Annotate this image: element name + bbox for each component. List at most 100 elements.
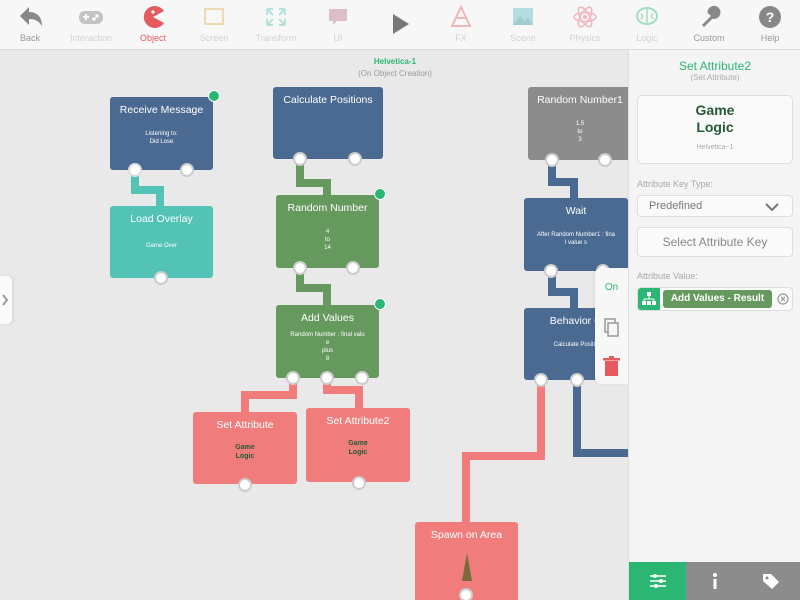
interaction-label: Interaction (69, 33, 113, 43)
output-port[interactable] (320, 371, 334, 385)
random-number-node[interactable]: Random Number 4 to 14 (276, 195, 379, 268)
node-title: Add Values (301, 312, 354, 324)
add-values-node[interactable]: Add Values Random Number : final valu e … (276, 305, 379, 378)
download-badge-icon (374, 298, 386, 310)
trash-icon[interactable] (595, 352, 628, 382)
output-port[interactable] (180, 163, 194, 177)
lightning-port-icon[interactable] (128, 163, 142, 177)
value-chip[interactable]: Add Values - Result (663, 290, 772, 308)
random-number1-node[interactable]: Random Number1 1.5 to 3 (528, 87, 628, 160)
screen-tab[interactable]: Screen (184, 2, 244, 43)
object-label: Object (139, 33, 166, 43)
wait-node[interactable]: Wait After Random Number1 : fina l value… (524, 198, 628, 271)
sidebar-title: Set Attribute2 (678, 59, 752, 73)
node-body-line: 4 (325, 229, 330, 235)
node-title: Set Attribute (216, 419, 274, 431)
physics-tab[interactable]: Physics (555, 2, 615, 43)
info-icon (712, 573, 717, 589)
node-body-line: Did Lose (149, 139, 174, 145)
fx-label: FX (455, 33, 467, 43)
on-toggle-button[interactable]: On (595, 282, 628, 293)
download-badge-icon (374, 188, 386, 200)
atom-icon (573, 6, 597, 28)
chevron-right-icon (2, 294, 9, 306)
ui-tab[interactable]: UI (308, 2, 368, 43)
output-port[interactable] (352, 476, 366, 490)
help-icon: ? (759, 6, 781, 28)
expand-panel-handle[interactable] (0, 276, 12, 324)
brain-icon (636, 7, 658, 25)
transform-label: Transform (255, 33, 297, 43)
back-label: Back (19, 33, 40, 43)
load-overlay-node[interactable]: Load Overlay Game Over (110, 206, 213, 278)
attribute-value-field[interactable]: Add Values - Result (637, 287, 793, 311)
info-tab[interactable] (686, 562, 744, 600)
node-body-line: e (325, 340, 330, 346)
help-tab[interactable]: ? Help (740, 2, 800, 43)
interaction-tab[interactable]: Interaction (61, 2, 121, 43)
sidebar-tab-bar (629, 562, 800, 600)
screen-icon (204, 8, 224, 25)
play-button[interactable] (370, 2, 430, 47)
node-body-line: to (324, 237, 330, 243)
node-body-line: plus (321, 348, 333, 354)
output-port[interactable] (534, 373, 548, 387)
card-line: Game (695, 102, 735, 118)
output-port[interactable] (238, 478, 252, 492)
node-body-line: 3 (578, 137, 582, 143)
clear-value-icon[interactable] (777, 293, 789, 305)
expand-arrows-icon (266, 8, 286, 26)
output-port[interactable] (293, 261, 307, 275)
object-tab[interactable]: Object (123, 2, 183, 43)
sidebar-subtitle: (Set Attribute) (690, 73, 740, 82)
output-port[interactable] (598, 153, 612, 167)
transform-tab[interactable]: Transform (246, 2, 306, 43)
back-button[interactable]: Back (0, 2, 60, 43)
physics-label: Physics (569, 33, 601, 43)
node-game-logic-line: Logic (235, 453, 255, 460)
pacman-icon (143, 6, 164, 29)
scene-label: Scene (510, 33, 536, 43)
attribute-preview-card[interactable]: Game Logic Helvetica~1 (637, 95, 793, 164)
key-type-dropdown[interactable]: Predefined (637, 195, 793, 217)
copy-icon[interactable] (595, 313, 628, 343)
landscape-icon (513, 8, 533, 25)
output-port[interactable] (570, 373, 584, 387)
fx-icon (450, 4, 472, 27)
output-port[interactable] (459, 588, 473, 600)
custom-tab[interactable]: Custom (679, 2, 739, 43)
node-title: Wait (565, 205, 587, 217)
logic-tab[interactable]: Logic (617, 2, 677, 43)
output-port[interactable] (293, 152, 307, 166)
node-body-line: 8 (325, 356, 330, 362)
node-title: Random Number (287, 202, 368, 214)
sliders-icon (649, 574, 666, 588)
output-port[interactable] (286, 371, 300, 385)
receive-message-node[interactable]: Receive Message Listening to: Did Lose (110, 97, 213, 170)
timer-port-icon[interactable] (346, 261, 360, 275)
node-body-line: to (577, 129, 583, 135)
timer-port-icon[interactable] (154, 271, 168, 285)
wrench-icon (701, 5, 721, 28)
output-port[interactable] (545, 153, 559, 167)
help-label: Help (760, 33, 780, 43)
output-port[interactable] (355, 371, 369, 385)
set-attribute-node[interactable]: Set Attribute Game Logic (193, 412, 297, 484)
timer-port-icon[interactable] (544, 264, 558, 278)
tags-icon (763, 574, 780, 589)
tags-tab[interactable] (743, 562, 800, 600)
screen-label: Screen (199, 33, 229, 43)
fx-tab[interactable]: FX (431, 2, 491, 43)
node-title: Random Number1 (537, 94, 623, 106)
attributes-sidebar: Set Attribute2 (Set Attribute) Game Logi… (628, 50, 800, 600)
output-port[interactable] (348, 152, 362, 166)
card-line: Logic (696, 119, 734, 135)
scene-tab[interactable]: Scene (493, 2, 553, 43)
select-attribute-key-button[interactable]: Select Attribute Key (637, 227, 793, 257)
calculate-positions-node[interactable]: Calculate Positions (273, 87, 383, 159)
download-badge-icon (208, 90, 220, 102)
set-attribute2-node[interactable]: Set Attribute2 Game Logic (306, 408, 410, 482)
svg-text:?: ? (766, 9, 775, 25)
settings-tab[interactable] (629, 562, 687, 600)
logic-canvas[interactable]: Helvetica-1 (On Object Creation) Receive… (0, 50, 628, 600)
